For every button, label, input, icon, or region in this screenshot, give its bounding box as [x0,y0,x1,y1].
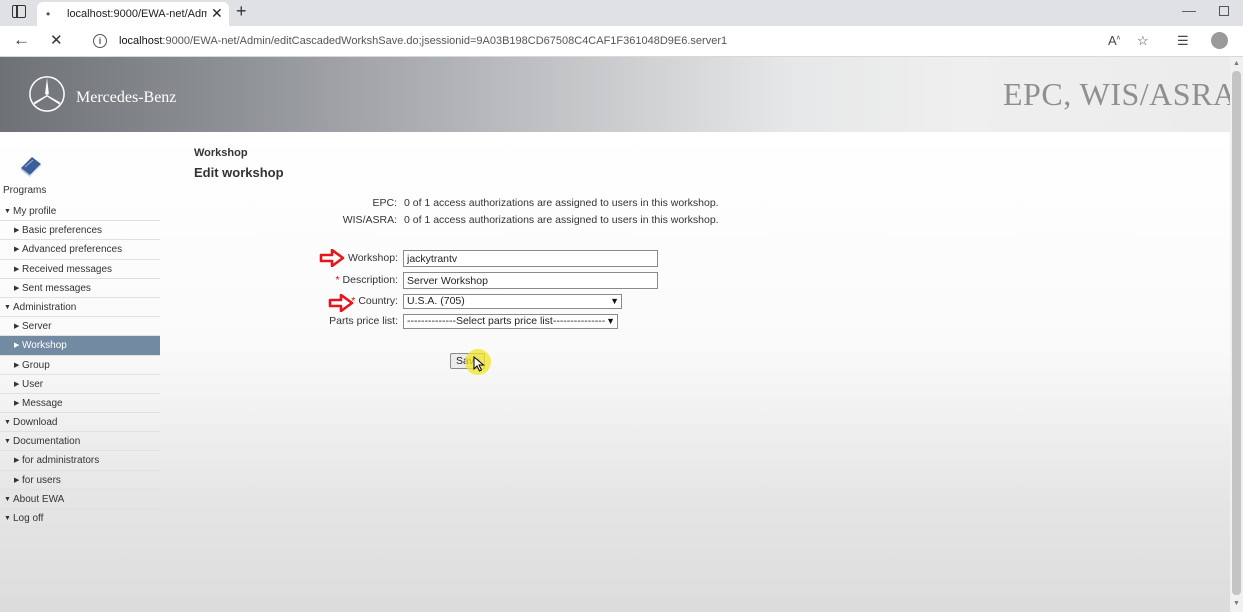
epc-auth-label: EPC: [372,197,397,209]
required-mark: * [351,295,356,307]
sidebar-menu: ▼ My profile ▶ Basic preferences ▶ Advanced… [0,202,160,529]
sidebar-item-group[interactable]: ▶ Group [0,356,160,375]
sidebar-item-user[interactable]: ▶ User [0,375,160,394]
favorites-icon[interactable]: ☰ [1177,33,1189,49]
address-bar: ← ✕ i localhost:9000/EWA-net/Admin/editC… [0,26,1243,57]
favorite-add-icon[interactable]: ☆ [1137,33,1149,49]
caret-right-icon: ▶ [14,361,20,369]
sidebar-item-log-off[interactable]: ▼ Log off [0,509,160,529]
minimize-icon[interactable]: — [1182,2,1196,18]
caret-right-icon: ▶ [14,380,20,388]
sidebar-item-documentation[interactable]: ▼ Documentation [0,432,160,452]
sidebar-item-label: Received messages [22,263,113,275]
country-label-text: Country: [358,295,398,307]
caret-right-icon: ▶ [14,457,20,465]
tab-actions-icon[interactable] [12,5,26,18]
scroll-down-icon[interactable]: ▼ [1233,600,1240,607]
sidebar-item-label: for users [22,474,61,486]
site-info-icon[interactable]: i [93,34,107,48]
workshop-field[interactable] [403,250,658,267]
sidebar-item-label: Basic preferences [22,225,103,237]
sidebar-item-label: for administrators [22,455,100,467]
sidebar-item-label: Documentation [13,436,81,448]
sidebar-item-workshop[interactable]: ▶ Workshop [0,336,160,356]
parts-price-list-select[interactable]: --------------Select parts price list---… [403,314,618,329]
scroll-thumb[interactable] [1232,71,1241,595]
chevron-down-icon: ▼ [610,296,619,306]
sidebar-item-message[interactable]: ▶ Message [0,394,160,414]
sidebar-item-label: Message [22,397,63,409]
browser-tab-bar: • localhost:9000/EWA-net/Admin/ ✕ + — [0,0,1243,26]
tab-favicon-icon: • [46,7,51,21]
caret-down-icon: ▼ [4,515,11,522]
parts-price-list-label: Parts price list: [329,315,398,327]
stop-loading-icon[interactable]: ✕ [50,31,63,49]
sidebar-item-about-ewa[interactable]: ▼ About EWA [0,490,160,509]
scroll-up-icon[interactable]: ▲ [1233,60,1240,67]
caret-down-icon: ▼ [4,438,11,446]
mercedes-star-logo-icon [29,76,65,112]
caret-right-icon: ▶ [14,476,20,484]
url-host: localhost [119,35,163,47]
description-field[interactable] [403,272,658,289]
app-title: EPC, WIS/ASRA [1003,76,1237,112]
workshop-label: Workshop: [348,252,398,264]
sidebar-item-for-administrators[interactable]: ▶ for administrators [0,451,160,471]
sidebar-item-download[interactable]: ▼ Download [0,413,160,433]
url-path: :9000/EWA-net/Admin/editCascadedWorkshSa… [162,35,728,47]
profile-avatar-icon[interactable] [1211,32,1228,49]
chevron-down-icon: ▼ [606,316,615,326]
wis-asra-auth-label: WIS/ASRA: [342,214,397,226]
sidebar-item-label: Download [13,417,58,429]
back-icon[interactable]: ← [13,30,30,50]
caret-down-icon: ▼ [4,419,11,427]
read-aloud-icon[interactable]: Aʌ [1108,33,1120,48]
tab-title: localhost:9000/EWA-net/Admin/ [67,8,207,20]
tab-close-icon[interactable]: ✕ [211,5,223,22]
sidebar-item-for-users[interactable]: ▶ for users [0,471,160,490]
breadcrumb: Workshop [194,147,248,159]
programs-book-icon[interactable] [18,153,44,179]
description-label: * Description: [0,274,398,286]
wis-asra-auth-text: 0 of 1 access authorizations are assigne… [404,214,719,226]
page-scrollbar[interactable]: ▲ ▼ [1230,57,1243,612]
sidebar-item-label: Workshop [22,340,67,352]
sidebar-item-label: User [22,378,44,390]
required-mark: * [335,274,340,286]
description-label-text: Description: [342,274,398,286]
browser-tab[interactable]: • localhost:9000/EWA-net/Admin/ ✕ [37,2,229,26]
parts-price-list-value: --------------Select parts price list---… [407,315,606,327]
url-field[interactable]: localhost:9000/EWA-net/Admin/editCascade… [119,35,727,47]
restore-icon[interactable] [1219,6,1229,16]
mouse-cursor-icon [473,356,485,372]
epc-auth-text: 0 of 1 access authorizations are assigne… [404,197,719,209]
country-select[interactable]: U.S.A. (705) ▼ [403,294,622,309]
caret-right-icon: ▶ [14,342,20,350]
new-tab-icon[interactable]: + [236,1,247,22]
sidebar-item-label: Group [22,359,50,371]
programs-label: Programs [3,185,47,196]
caret-right-icon: ▶ [14,399,20,407]
country-select-value: U.S.A. (705) [407,295,465,307]
brand-name: Mercedes-Benz [76,89,177,106]
caret-down-icon: ▼ [4,495,11,503]
sidebar-item-label: About EWA [13,493,65,505]
page-header: Mercedes-Benz EPC, WIS/ASRA [0,57,1236,132]
country-label: * Country: [0,295,398,307]
sidebar-item-label: Log off [13,513,44,524]
page-title: Edit workshop [194,165,284,180]
